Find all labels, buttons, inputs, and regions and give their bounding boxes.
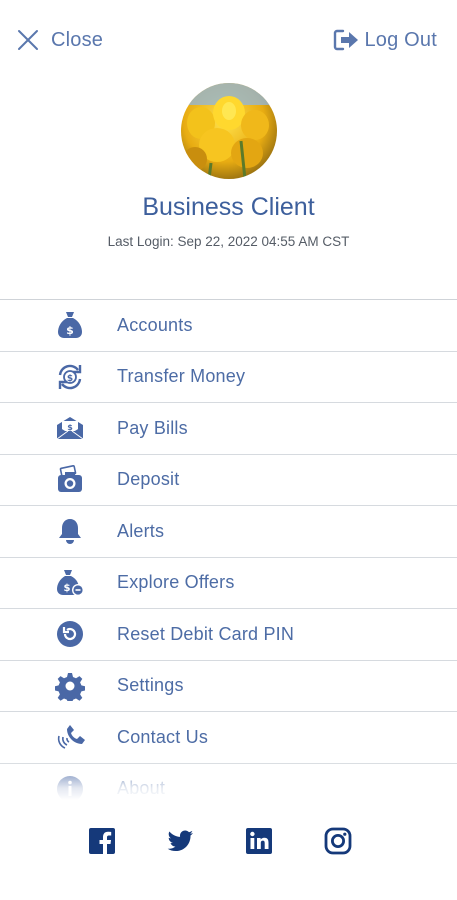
menu-item-label: Alerts bbox=[117, 520, 165, 541]
menu-item-transfer-money[interactable]: $ Transfer Money bbox=[0, 352, 457, 403]
menu-item-label: Contact Us bbox=[117, 726, 209, 747]
social-links bbox=[0, 822, 457, 862]
menu-item-label: About bbox=[117, 778, 166, 799]
close-icon bbox=[18, 30, 38, 50]
menu-item-label: Accounts bbox=[117, 314, 193, 335]
last-login: Last Login: Sep 22, 2022 04:55 AM CST bbox=[107, 234, 350, 249]
gear-icon bbox=[54, 670, 86, 702]
money-bag-offer-icon: $ bbox=[54, 567, 86, 599]
money-bag-icon: $ bbox=[54, 309, 86, 341]
close-label: Close bbox=[51, 28, 104, 51]
envelope-money-icon: $ bbox=[54, 412, 86, 444]
menu-item-label: Pay Bills bbox=[117, 417, 188, 438]
instagram-icon bbox=[324, 827, 352, 855]
twitter-link[interactable] bbox=[165, 826, 195, 856]
linkedin-icon bbox=[246, 828, 272, 854]
svg-text:$: $ bbox=[67, 374, 73, 384]
transfer-icon: $ bbox=[54, 361, 86, 393]
menu-item-label: Explore Offers bbox=[117, 572, 235, 593]
menu-item-deposit[interactable]: Deposit bbox=[0, 455, 457, 506]
instagram-link[interactable] bbox=[323, 826, 353, 856]
camera-check-icon bbox=[54, 464, 86, 496]
menu-item-settings[interactable]: Settings bbox=[0, 661, 457, 712]
avatar-image bbox=[181, 83, 277, 179]
menu-item-label: Transfer Money bbox=[117, 366, 246, 387]
bell-icon bbox=[54, 515, 86, 547]
menu-item-accounts[interactable]: $ Accounts bbox=[0, 300, 457, 352]
main-menu: $ Accounts $ Transfer Money $ Pay Bills … bbox=[0, 299, 457, 800]
menu-item-label: Reset Debit Card PIN bbox=[117, 623, 295, 644]
reset-icon bbox=[54, 618, 86, 650]
top-bar: Close Log Out bbox=[0, 0, 457, 84]
twitter-icon bbox=[167, 830, 193, 851]
svg-text:$: $ bbox=[66, 324, 74, 337]
linkedin-link[interactable] bbox=[244, 826, 274, 856]
close-button[interactable]: Close bbox=[16, 28, 103, 52]
logout-label: Log Out bbox=[364, 28, 437, 51]
menu-item-contact-us[interactable]: Contact Us bbox=[0, 712, 457, 764]
profile-name: Business Client bbox=[142, 193, 315, 221]
menu-item-label: Settings bbox=[117, 675, 184, 696]
logout-button[interactable]: Log Out bbox=[332, 28, 437, 52]
info-icon bbox=[54, 773, 86, 800]
svg-text:$: $ bbox=[64, 583, 71, 594]
menu-item-pay-bills[interactable]: $ Pay Bills bbox=[0, 403, 457, 455]
facebook-link[interactable] bbox=[87, 826, 117, 856]
phone-icon bbox=[54, 721, 86, 753]
menu-item-reset-debit-card-pin[interactable]: Reset Debit Card PIN bbox=[0, 609, 457, 661]
logout-icon bbox=[334, 29, 359, 51]
facebook-icon bbox=[89, 828, 115, 854]
menu-item-label: Deposit bbox=[117, 469, 180, 490]
menu-item-alerts[interactable]: Alerts bbox=[0, 506, 457, 558]
menu-item-about[interactable]: About bbox=[0, 764, 457, 800]
menu-item-explore-offers[interactable]: $ Explore Offers bbox=[0, 558, 457, 609]
avatar[interactable] bbox=[181, 83, 277, 179]
